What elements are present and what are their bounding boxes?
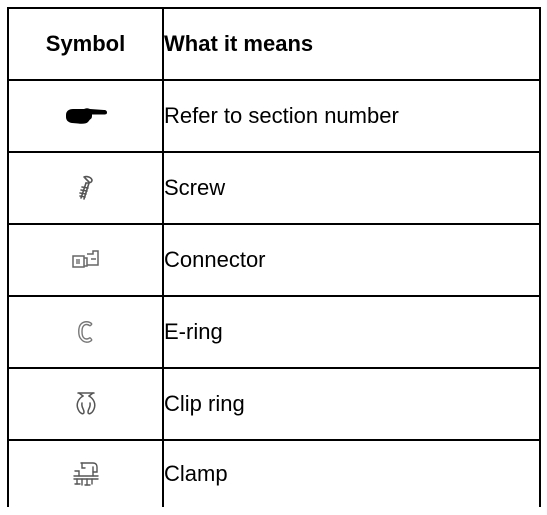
table-row: Refer to section number	[7, 79, 541, 153]
symbol-cell	[7, 439, 164, 507]
connector-icon	[71, 250, 99, 268]
table-header-row: Symbol What it means	[7, 7, 541, 81]
symbol-cell	[7, 367, 164, 441]
header-symbol: Symbol	[7, 7, 164, 81]
table-row: E-ring	[7, 295, 541, 369]
symbol-cell	[7, 295, 164, 369]
table-row: Screw	[7, 151, 541, 225]
symbol-legend: Symbol What it means Refer to section nu…	[7, 7, 541, 507]
symbol-cell	[7, 79, 164, 153]
clip-ring-icon	[75, 392, 96, 415]
clamp-icon	[72, 462, 99, 486]
table-row: Clamp	[7, 439, 541, 507]
symbol-table: Symbol What it means Refer to section nu…	[7, 7, 541, 507]
symbol-cell	[7, 223, 164, 297]
header-meaning: What it means	[162, 7, 541, 81]
meaning-cell: Refer to section number	[162, 79, 541, 153]
table-row: Connector	[7, 223, 541, 297]
meaning-cell: Clamp	[162, 439, 541, 507]
symbol-cell	[7, 151, 164, 225]
meaning-cell: Screw	[162, 151, 541, 225]
meaning-cell: Connector	[162, 223, 541, 297]
table-row: Clip ring	[7, 367, 541, 441]
screw-icon	[78, 175, 93, 200]
e-ring-icon	[77, 321, 93, 343]
pointing-hand-icon	[65, 108, 107, 124]
meaning-cell: E-ring	[162, 295, 541, 369]
meaning-cell: Clip ring	[162, 367, 541, 441]
